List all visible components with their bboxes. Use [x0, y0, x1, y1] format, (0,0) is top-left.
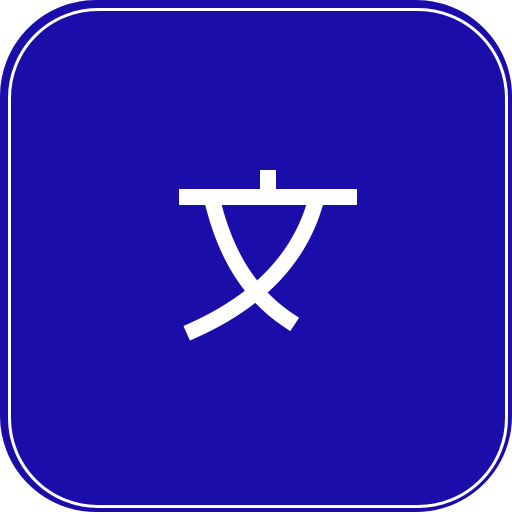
- app-icon[interactable]: 文: [0, 0, 512, 512]
- translate-character-icon: 文: [2, 2, 512, 514]
